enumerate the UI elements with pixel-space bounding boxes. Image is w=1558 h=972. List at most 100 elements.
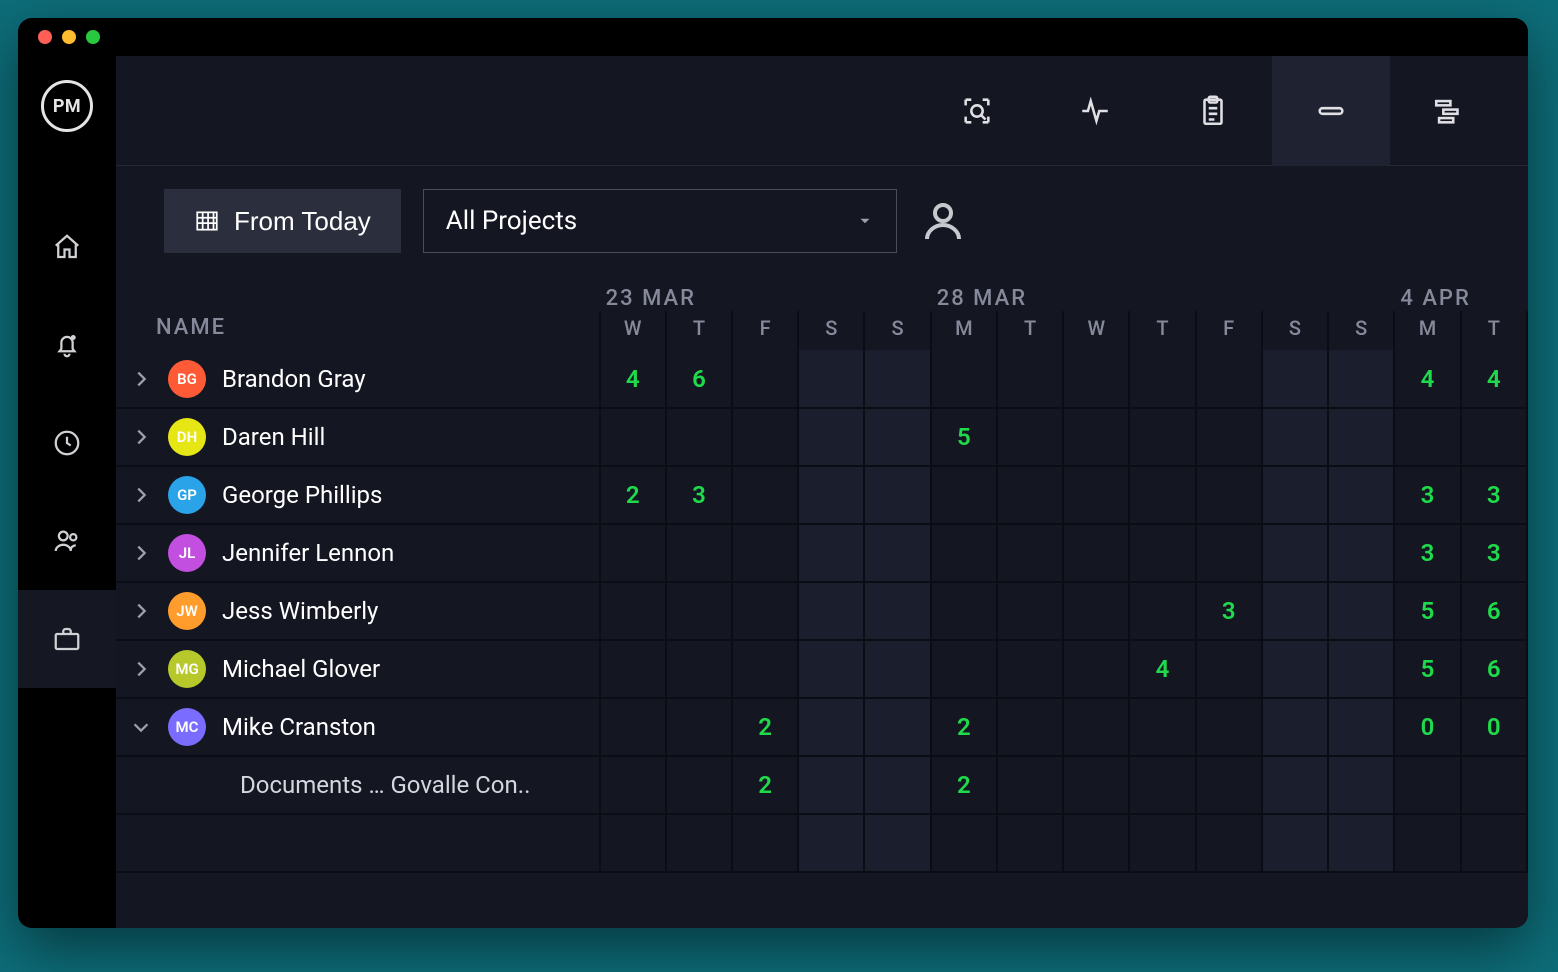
workload-cell[interactable]: 5 xyxy=(1394,640,1460,698)
workload-cell[interactable] xyxy=(864,640,930,698)
workload-cell[interactable]: 5 xyxy=(931,408,997,466)
workload-cell[interactable] xyxy=(1063,408,1129,466)
workload-cell[interactable] xyxy=(798,814,864,872)
from-today-button[interactable]: From Today xyxy=(164,189,401,253)
workload-cell[interactable] xyxy=(1063,466,1129,524)
workload-cell[interactable] xyxy=(931,640,997,698)
workload-cell[interactable]: 4 xyxy=(1394,350,1460,408)
workload-cell[interactable] xyxy=(1262,698,1328,756)
workload-cell[interactable] xyxy=(997,582,1063,640)
workload-cell[interactable] xyxy=(1196,466,1262,524)
workload-cell[interactable] xyxy=(1328,640,1394,698)
workload-cell[interactable] xyxy=(997,408,1063,466)
workload-cell[interactable] xyxy=(798,350,864,408)
workload-cell[interactable] xyxy=(798,640,864,698)
workload-cell[interactable] xyxy=(997,524,1063,582)
workload-cell[interactable] xyxy=(864,698,930,756)
workload-cell[interactable] xyxy=(732,350,798,408)
workload-cell[interactable]: 3 xyxy=(1394,466,1460,524)
workload-cell[interactable] xyxy=(864,408,930,466)
workload-cell[interactable] xyxy=(1394,814,1460,872)
workload-cell[interactable] xyxy=(798,524,864,582)
workload-cell[interactable] xyxy=(1328,350,1394,408)
workload-cell[interactable] xyxy=(1262,582,1328,640)
workload-cell[interactable] xyxy=(600,640,666,698)
workload-cell[interactable]: 2 xyxy=(931,698,997,756)
workload-cell[interactable] xyxy=(864,350,930,408)
workload-cell[interactable] xyxy=(1063,756,1129,814)
workload-cell[interactable] xyxy=(1262,466,1328,524)
workload-cell[interactable]: 4 xyxy=(1129,640,1195,698)
workload-cell[interactable] xyxy=(600,756,666,814)
workload-cell[interactable] xyxy=(1063,698,1129,756)
workload-cell[interactable] xyxy=(1262,756,1328,814)
workload-cell[interactable] xyxy=(931,350,997,408)
nav-home[interactable] xyxy=(18,198,116,296)
workload-cell[interactable] xyxy=(997,698,1063,756)
workload-cell[interactable] xyxy=(931,582,997,640)
workload-cell[interactable] xyxy=(732,814,798,872)
workload-cell[interactable] xyxy=(864,524,930,582)
workload-cell[interactable]: 2 xyxy=(732,756,798,814)
workload-cell[interactable] xyxy=(1328,582,1394,640)
workload-cell[interactable] xyxy=(997,814,1063,872)
workload-cell[interactable] xyxy=(1129,582,1195,640)
person-row-name[interactable]: DH Daren Hill xyxy=(116,408,600,466)
workload-cell[interactable] xyxy=(732,640,798,698)
workload-cell[interactable] xyxy=(1328,408,1394,466)
workload-cell[interactable] xyxy=(864,582,930,640)
workload-cell[interactable] xyxy=(1262,350,1328,408)
workload-cell[interactable] xyxy=(798,466,864,524)
workload-cell[interactable] xyxy=(1063,350,1129,408)
workload-cell[interactable] xyxy=(1063,524,1129,582)
workload-cell[interactable] xyxy=(798,698,864,756)
workload-cell[interactable] xyxy=(1129,408,1195,466)
workload-cell[interactable] xyxy=(666,582,732,640)
task-row-name[interactable]: Documents … Govalle Con.. xyxy=(116,756,600,814)
workload-cell[interactable] xyxy=(600,814,666,872)
workload-cell[interactable] xyxy=(1262,408,1328,466)
window-maximize-button[interactable] xyxy=(86,30,100,44)
workload-cell[interactable] xyxy=(1328,524,1394,582)
workload-cell[interactable] xyxy=(1394,408,1460,466)
chevron-right-icon[interactable] xyxy=(130,542,152,564)
workload-cell[interactable] xyxy=(732,582,798,640)
workload-cell[interactable]: 3 xyxy=(1196,582,1262,640)
workload-cell[interactable] xyxy=(732,408,798,466)
person-row-name[interactable]: MG Michael Glover xyxy=(116,640,600,698)
workload-cell[interactable]: 5 xyxy=(1394,582,1460,640)
workload-cell[interactable] xyxy=(1262,814,1328,872)
workload-cell[interactable] xyxy=(1394,756,1460,814)
workload-cell[interactable] xyxy=(798,756,864,814)
nav-time[interactable] xyxy=(18,394,116,492)
workload-cell[interactable] xyxy=(1262,524,1328,582)
workload-cell[interactable] xyxy=(931,524,997,582)
chevron-right-icon[interactable] xyxy=(130,368,152,390)
nav-alerts[interactable] xyxy=(18,296,116,394)
workload-cell[interactable] xyxy=(1196,698,1262,756)
workload-cell[interactable] xyxy=(600,582,666,640)
workload-cell[interactable] xyxy=(600,698,666,756)
person-row-name[interactable]: BG Brandon Gray xyxy=(116,350,600,408)
workload-cell[interactable] xyxy=(1129,350,1195,408)
workload-cell[interactable]: 4 xyxy=(600,350,666,408)
workload-cell[interactable] xyxy=(666,814,732,872)
workload-cell[interactable] xyxy=(1129,466,1195,524)
workload-cell[interactable] xyxy=(997,350,1063,408)
workload-cell[interactable]: 3 xyxy=(1394,524,1460,582)
workload-cell[interactable] xyxy=(732,466,798,524)
workload-cell[interactable] xyxy=(666,640,732,698)
workload-cell[interactable] xyxy=(1196,814,1262,872)
chevron-down-icon[interactable] xyxy=(130,716,152,738)
view-zoom[interactable] xyxy=(918,56,1036,166)
workload-cell[interactable] xyxy=(1328,466,1394,524)
person-row-name[interactable]: GP George Phillips xyxy=(116,466,600,524)
workload-cell[interactable] xyxy=(1461,408,1527,466)
workload-cell[interactable] xyxy=(931,466,997,524)
chevron-right-icon[interactable] xyxy=(130,600,152,622)
workload-cell[interactable] xyxy=(1461,756,1527,814)
workload-cell[interactable] xyxy=(1196,408,1262,466)
person-row-name[interactable]: JW Jess Wimberly xyxy=(116,582,600,640)
workload-cell[interactable] xyxy=(1129,524,1195,582)
workload-cell[interactable]: 3 xyxy=(1461,466,1527,524)
